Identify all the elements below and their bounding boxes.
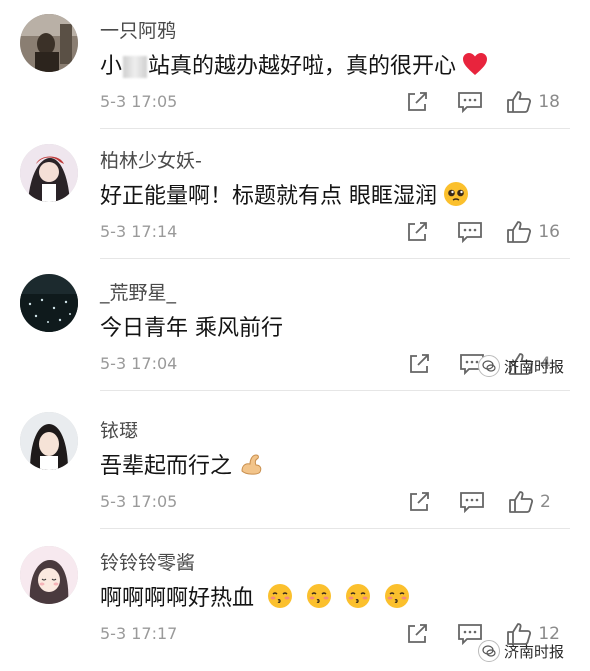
share-icon[interactable] <box>394 351 446 377</box>
comment-actions: 2 <box>394 489 560 515</box>
comment-text-part: 站真的越办越好啦，真的很开心 <box>148 54 457 79</box>
comment-text-part: 吾辈起而行之 <box>100 454 233 479</box>
watermark-text: 济南时报 <box>504 642 565 661</box>
reply-icon[interactable] <box>444 219 496 245</box>
reply-icon[interactable] <box>444 89 496 115</box>
share-icon[interactable] <box>392 219 444 245</box>
wechat-logo-icon <box>478 355 500 377</box>
like-button[interactable]: 16 <box>506 220 560 244</box>
face-blowing-kiss-icon <box>306 583 332 615</box>
comment-text-part: 好正能量啊！标题就有点 眼眶湿润 <box>100 184 437 209</box>
avatar[interactable] <box>20 412 78 470</box>
watermark-text: 济南时报 <box>504 357 565 376</box>
comment-text: 吾辈起而行之 <box>100 448 264 483</box>
avatar[interactable] <box>20 144 78 202</box>
comment-actions: 18 <box>392 89 560 115</box>
pleading-face-icon <box>443 181 469 213</box>
divider <box>100 258 570 259</box>
comment-text: 小站真的越办越好啦，真的很开心 <box>100 48 488 82</box>
reply-icon[interactable] <box>446 489 498 515</box>
username[interactable]: 铱璱 <box>100 416 138 443</box>
comment-text-part: 啊啊啊啊好热血 <box>100 586 255 611</box>
username[interactable]: 一只阿鸦 <box>100 16 176 43</box>
timestamp: 5-3 17:05 <box>100 92 178 111</box>
timestamp: 5-3 17:05 <box>100 492 178 511</box>
comment-actions: 16 <box>392 219 560 245</box>
share-icon[interactable] <box>392 89 444 115</box>
timestamp: 5-3 17:04 <box>100 354 178 373</box>
face-blowing-kiss-icon <box>267 583 293 615</box>
divider <box>100 528 570 529</box>
avatar[interactable] <box>20 546 78 604</box>
like-count: 2 <box>540 492 551 512</box>
comment-text: 啊啊啊啊好热血 <box>100 580 410 615</box>
comment-text-part: 小 <box>100 54 123 79</box>
redacted-mask <box>123 56 148 78</box>
timestamp: 5-3 17:17 <box>100 624 178 643</box>
username[interactable]: 铃铃铃零酱 <box>100 548 195 575</box>
flexed-biceps-icon <box>238 451 264 483</box>
like-button[interactable]: 18 <box>506 90 560 114</box>
comment-text-part: 今日青年 乘风前行 <box>100 316 283 341</box>
comment-text: 好正能量啊！标题就有点 眼眶湿润 <box>100 178 469 213</box>
watermark: 济南时报 <box>478 640 564 662</box>
face-blowing-kiss-icon <box>384 583 410 615</box>
thumbs-up-icon <box>509 491 534 513</box>
timestamp: 5-3 17:14 <box>100 222 178 241</box>
divider <box>100 128 570 129</box>
watermark: 济南时报 <box>478 355 564 377</box>
face-blowing-kiss-icon <box>345 583 371 615</box>
share-icon[interactable] <box>394 489 446 515</box>
thumbs-up-icon <box>507 221 532 243</box>
username[interactable]: _荒野星_ <box>100 278 176 305</box>
username[interactable]: 柏林少女妖- <box>100 146 202 173</box>
like-button[interactable]: 2 <box>508 490 560 514</box>
avatar[interactable] <box>20 14 78 72</box>
share-icon[interactable] <box>392 621 444 647</box>
thumbs-up-icon <box>507 91 532 113</box>
red-heart-icon <box>462 52 488 82</box>
avatar[interactable] <box>20 274 78 332</box>
like-count: 18 <box>538 92 560 112</box>
comment-text: 今日青年 乘风前行 <box>100 310 283 342</box>
like-count: 16 <box>538 222 560 242</box>
wechat-logo-icon <box>478 640 500 662</box>
divider <box>100 390 570 391</box>
